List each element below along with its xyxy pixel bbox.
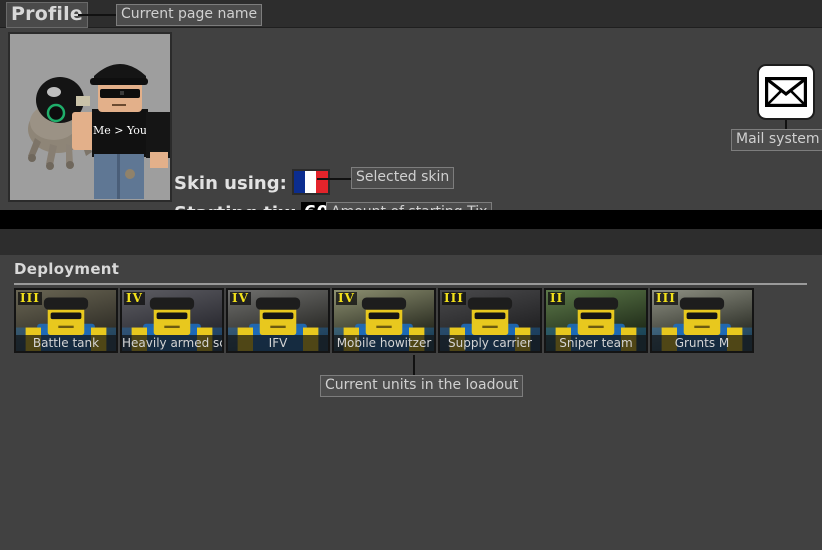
selected-skin-swatch[interactable] bbox=[291, 169, 330, 195]
unit-name-label: Grunts M bbox=[652, 335, 752, 351]
skin-label: Skin using: bbox=[174, 172, 287, 194]
unit-rank-badge: III bbox=[654, 291, 678, 305]
deployment-divider bbox=[14, 283, 807, 285]
unit-loadout-row: IIIBattle tankIVHeavily armed scouIVIFVI… bbox=[14, 288, 754, 353]
unit-name-label: IFV bbox=[228, 335, 328, 351]
unit-rank-badge: IV bbox=[336, 291, 357, 305]
top-header-bar: Profile Current page name bbox=[0, 0, 822, 28]
unit-card[interactable]: IV IFV bbox=[226, 288, 330, 353]
unit-card[interactable]: III Grunts M bbox=[650, 288, 754, 353]
avatar: Me > You bbox=[8, 32, 172, 202]
selected-skin-callout: Selected skin bbox=[351, 167, 455, 189]
loadout-units-callout: Current units in the loadout bbox=[320, 375, 524, 397]
game-ui-root: Profile Current page name Me > You Skin … bbox=[0, 0, 822, 550]
deployment-section: Deployment III Battle tank IV Heavily armed… bbox=[0, 255, 822, 550]
unit-rank-badge: IV bbox=[230, 291, 251, 305]
unit-name-label: Battle tank bbox=[16, 335, 116, 351]
unit-card[interactable]: III Supply carrier bbox=[438, 288, 542, 353]
avatar-render: Me > You bbox=[10, 34, 170, 200]
section-divider-gap bbox=[0, 229, 822, 255]
unit-rank-badge: II bbox=[548, 291, 566, 305]
page-title-leader-line bbox=[78, 14, 116, 16]
unit-rank-badge: III bbox=[18, 291, 42, 305]
page-title: Profile bbox=[6, 2, 88, 28]
unit-card[interactable]: IV Mobile howitzer bbox=[332, 288, 436, 353]
mail-system-callout: Mail system bbox=[731, 129, 822, 151]
unit-name-label: Mobile howitzer bbox=[334, 335, 434, 351]
unit-card[interactable]: IV Heavily armed scou bbox=[120, 288, 224, 353]
unit-name-label: Heavily armed scou bbox=[122, 335, 222, 351]
unit-rank-badge: III bbox=[442, 291, 466, 305]
envelope-icon bbox=[765, 77, 807, 107]
unit-name-label: Supply carrier bbox=[440, 335, 540, 351]
profile-section: Me > You Skin using: Selected skin Mail … bbox=[0, 28, 822, 224]
unit-name-label: Sniper team bbox=[546, 335, 646, 351]
unit-card[interactable]: II Sniper team bbox=[544, 288, 648, 353]
deployment-title: Deployment bbox=[14, 260, 120, 278]
unit-rank-badge: IV bbox=[124, 291, 145, 305]
skin-row: Skin using: bbox=[174, 169, 330, 196]
section-divider-black bbox=[0, 210, 822, 229]
units-callout-leader-line bbox=[413, 355, 415, 377]
skin-callout-leader-line bbox=[317, 178, 352, 180]
page-title-callout: Current page name bbox=[116, 4, 263, 26]
unit-card[interactable]: III Battle tank bbox=[14, 288, 118, 353]
mail-system-button[interactable] bbox=[757, 64, 815, 120]
avatar-shirt-text: Me > You bbox=[93, 124, 147, 137]
